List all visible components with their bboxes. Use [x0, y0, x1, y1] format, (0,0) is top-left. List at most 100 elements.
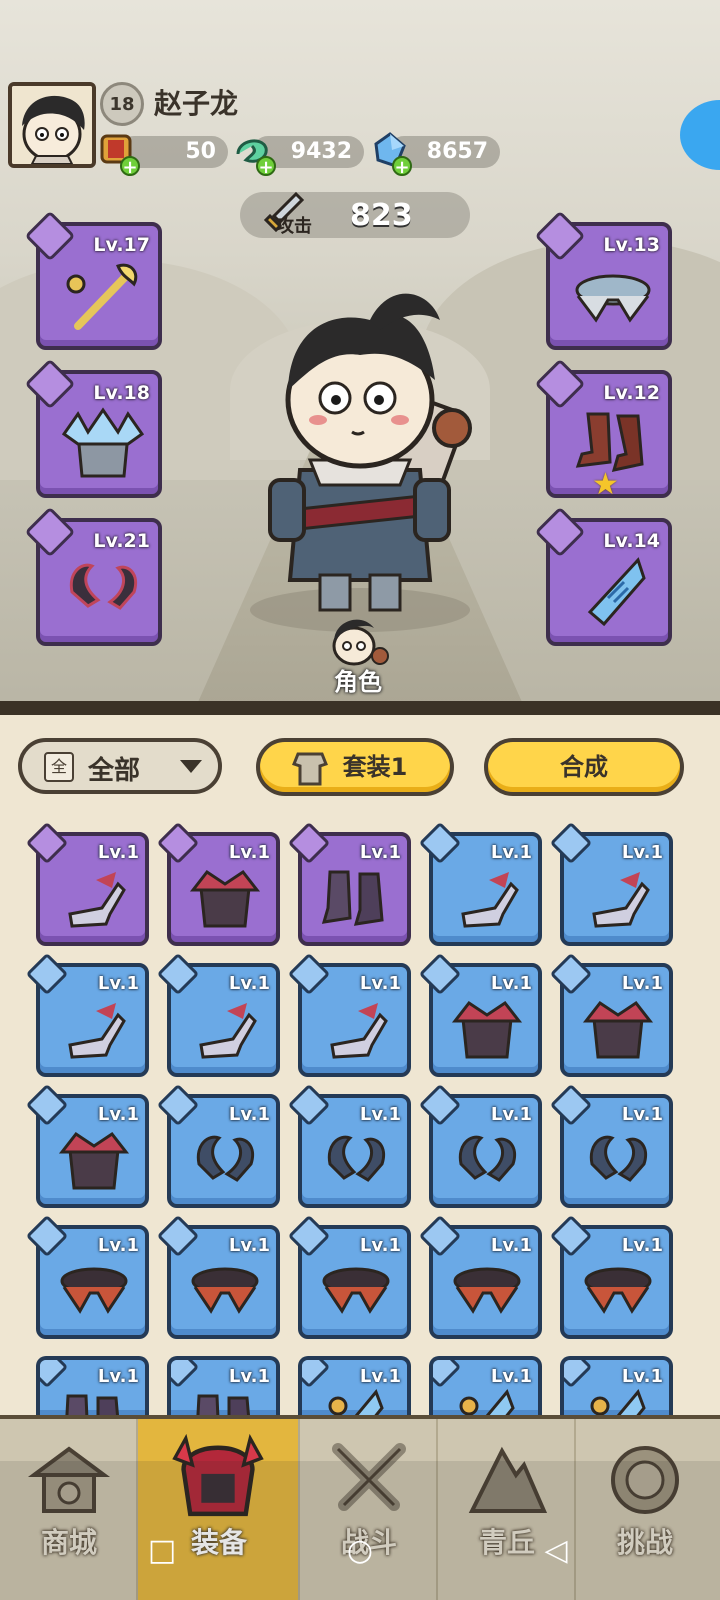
boots-type-icon [40, 1360, 69, 1389]
weapon-item-icon [330, 1003, 388, 1059]
item-level: Lv.1 [228, 1366, 270, 1387]
item-level: Lv.1 [228, 1104, 270, 1125]
ring-item-icon [589, 1135, 647, 1182]
inventory-item[interactable]: Lv.1 [287, 952, 411, 1077]
amulet-type-icon [534, 506, 586, 558]
weapon-item-icon [592, 872, 650, 928]
synthesize-button[interactable]: 合成 [484, 738, 684, 796]
inventory-item[interactable]: Lv.1 [25, 1214, 149, 1339]
add-crystal-button[interactable]: + [392, 156, 412, 178]
player-avatar[interactable] [8, 82, 96, 168]
item-level: Lv.1 [97, 973, 139, 994]
item-level: Lv.1 [97, 1235, 139, 1256]
system-recents-button[interactable]: □ [142, 1531, 182, 1571]
equipped-armor-slot[interactable]: Lv.18 [24, 358, 162, 498]
add-scroll-button[interactable]: + [120, 156, 140, 178]
inventory-item[interactable]: Lv.1 [287, 821, 411, 946]
inventory-item[interactable]: Lv.1 [418, 1083, 542, 1208]
nav-tab-battle[interactable]: 战斗 [300, 1419, 438, 1600]
inventory-item[interactable]: Lv.1 [418, 952, 542, 1077]
nav-tab-shop[interactable]: 商城 [0, 1419, 138, 1600]
inventory-item[interactable]: Lv.1 [25, 952, 149, 1077]
filter-dropdown[interactable]: 全 全部 [18, 738, 222, 794]
belt-item-icon [453, 1267, 521, 1314]
dark-horns-icon [69, 563, 137, 610]
inventory-item[interactable]: Lv.1 [156, 1083, 280, 1208]
crossed-swords-icon [332, 1443, 406, 1511]
nav-label: 商城 [40, 1526, 97, 1559]
inventory-item[interactable]: Lv.1 [549, 1083, 673, 1208]
equipped-amulet-slot[interactable]: Lv.14 [534, 506, 672, 646]
ring-type-icon [24, 506, 76, 558]
set-button-label: 套装1 [342, 753, 408, 781]
weapon-item-icon [199, 1003, 257, 1059]
boots-type-icon [171, 1360, 200, 1389]
amulet-item-icon [459, 1389, 515, 1416]
nav-tab-equipment[interactable]: 装备 [138, 1419, 300, 1600]
system-home-button[interactable]: ○ [340, 1531, 380, 1571]
amulet-type-icon [302, 1360, 331, 1389]
inventory-item[interactable]: Lv.1 [36, 1356, 149, 1416]
inventory-item[interactable]: Lv.1 [156, 821, 280, 946]
item-level: Lv.1 [621, 842, 663, 863]
equipped-weapon-slot[interactable]: Lv.17 [24, 210, 162, 350]
frost-belt-icon [575, 274, 651, 323]
add-jade-button[interactable]: + [256, 156, 276, 178]
item-level: Lv.1 [621, 1366, 663, 1387]
amulet-type-icon [564, 1360, 593, 1389]
item-level: Lv.1 [228, 973, 270, 994]
weapon-type-icon [24, 210, 76, 262]
ice-armor-icon [61, 407, 145, 478]
side-event-bubble[interactable] [680, 100, 720, 170]
inventory-item[interactable]: Lv.1 [156, 1214, 280, 1339]
slot-level: Lv.14 [603, 530, 660, 552]
set-button[interactable]: 套装1 [256, 738, 454, 796]
inventory-item[interactable]: Lv.1 [549, 952, 673, 1077]
inventory-item[interactable]: Lv.1 [418, 821, 542, 946]
system-back-button[interactable]: ◁ [536, 1531, 576, 1571]
inventory-item[interactable]: Lv.1 [287, 1083, 411, 1208]
inventory-item[interactable]: Lv.1 [429, 1356, 542, 1416]
boots-item-icon [196, 1394, 251, 1416]
shop-icon [27, 1446, 111, 1513]
inventory-item[interactable]: Lv.1 [156, 952, 280, 1077]
slot-level: Lv.13 [603, 234, 660, 256]
amulet-item-icon [590, 1389, 646, 1416]
item-level: Lv.1 [359, 973, 401, 994]
belt-item-icon [60, 1267, 128, 1314]
inventory-item[interactable]: Lv.1 [167, 1356, 280, 1416]
amulet-type-icon [433, 1360, 462, 1389]
attack-value: 823 [350, 198, 413, 233]
filter-label: 全部 [88, 756, 141, 786]
item-level: Lv.1 [490, 842, 532, 863]
filter-all-icon: 全 [44, 752, 74, 782]
inventory-item[interactable]: Lv.1 [25, 821, 149, 946]
character-figure[interactable] [230, 280, 490, 640]
equipped-belt-slot[interactable]: Lv.13 [534, 210, 672, 350]
nav-tab-qingqiu[interactable]: 青丘 [438, 1419, 576, 1600]
weapon-item-icon [461, 872, 519, 928]
boots-item-icon [65, 1394, 120, 1416]
inventory-item[interactable]: Lv.1 [298, 1356, 411, 1416]
item-level: Lv.1 [490, 1235, 532, 1256]
inventory-item[interactable]: Lv.1 [549, 1214, 673, 1339]
inventory-item[interactable]: Lv.1 [560, 1356, 673, 1416]
item-level: Lv.1 [97, 1366, 139, 1387]
inventory-item[interactable]: Lv.1 [418, 1214, 542, 1339]
inventory-item[interactable]: Lv.1 [549, 821, 673, 946]
inventory-item[interactable]: Lv.1 [287, 1214, 411, 1339]
inventory-item[interactable]: Lv.1 [25, 1083, 149, 1208]
armor-item-icon [58, 1131, 130, 1190]
role-tab-label[interactable]: 角色 [334, 662, 382, 697]
belt-item-icon [191, 1267, 259, 1314]
item-level: Lv.1 [359, 1235, 401, 1256]
nav-label: 挑战 [616, 1526, 673, 1559]
resource-scroll-value: 50 [185, 139, 216, 164]
ring-item-icon [196, 1135, 254, 1182]
slot-level: Lv.18 [93, 382, 150, 404]
nav-tab-challenge[interactable]: 挑战 [576, 1419, 720, 1600]
star-icon: ★ [592, 467, 619, 502]
item-level: Lv.1 [621, 1235, 663, 1256]
equipped-ring-slot[interactable]: Lv.21 [24, 506, 162, 646]
item-level: Lv.1 [490, 1366, 532, 1387]
